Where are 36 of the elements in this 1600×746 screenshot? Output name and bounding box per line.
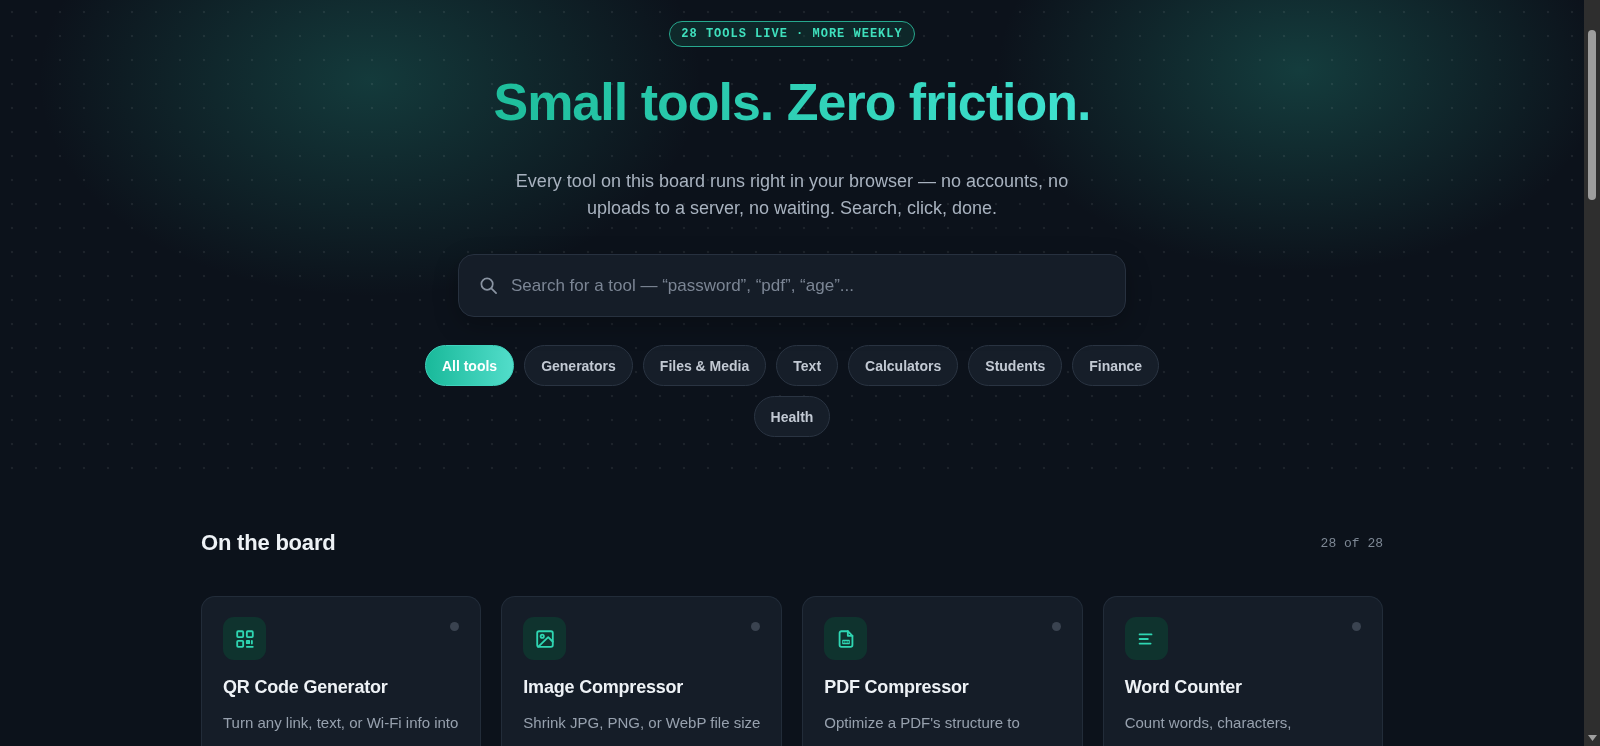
tool-card[interactable]: Image Compressor Shrink JPG, PNG, or WebP file size	[501, 596, 783, 746]
filter-chip[interactable]: Generators	[524, 345, 633, 386]
tool-card[interactable]: PDF Compressor Optimize a PDF's structure to	[802, 596, 1083, 746]
filter-chip[interactable]: Text	[776, 345, 839, 386]
tool-title: Word Counter	[1124, 676, 1243, 699]
tool-card[interactable]: Word Counter Count words, characters,	[1102, 596, 1383, 746]
status-dot-icon	[1051, 622, 1061, 631]
document-icon	[824, 617, 868, 660]
status-dot-icon	[1352, 622, 1361, 631]
search-icon	[479, 276, 498, 295]
tool-card[interactable]: QR Code Generator Turn any link, text, or Wi-Fi info into	[201, 596, 482, 746]
filter-chip[interactable]: Calculators	[848, 345, 959, 386]
tools-live-badge: 28 TOOLS LIVE · MORE WEEKLY	[669, 21, 915, 47]
hero-subtitle: Every tool on this board runs right in your browser — no accounts, no uploads to a server, no waiting. Search, click, done.	[514, 170, 1070, 220]
tool-description: Optimize a PDF's structure to	[824, 713, 1021, 733]
tool-count: 28 of 28	[1320, 535, 1383, 551]
status-dot-icon	[450, 622, 460, 631]
image-icon	[523, 617, 567, 660]
scrollbar[interactable]	[1584, 0, 1600, 746]
section-heading: On the board	[201, 529, 336, 557]
filter-chip[interactable]: Health	[753, 396, 831, 437]
scrollbar-thumb[interactable]	[1588, 30, 1596, 200]
tool-description: Shrink JPG, PNG, or WebP file size	[523, 713, 761, 733]
tool-title: Image Compressor	[523, 676, 685, 699]
qr-code-icon	[223, 617, 266, 660]
tool-description: Turn any link, text, or Wi-Fi info into	[223, 713, 460, 733]
scroll-down-arrow-icon[interactable]	[1587, 735, 1597, 741]
filter-chip[interactable]: Files & Media	[642, 345, 767, 386]
search-field[interactable]: Search for a tool — “password”, “pdf”, “age”...	[458, 254, 1126, 317]
tool-title: PDF Compressor	[824, 676, 970, 699]
tool-title: QR Code Generator	[223, 676, 389, 699]
status-dot-icon	[751, 622, 761, 631]
text-lines-icon	[1124, 617, 1168, 660]
filter-chip[interactable]: Finance	[1072, 345, 1160, 386]
filter-chip[interactable]: Students	[968, 345, 1063, 386]
tool-description: Count words, characters,	[1124, 713, 1293, 733]
